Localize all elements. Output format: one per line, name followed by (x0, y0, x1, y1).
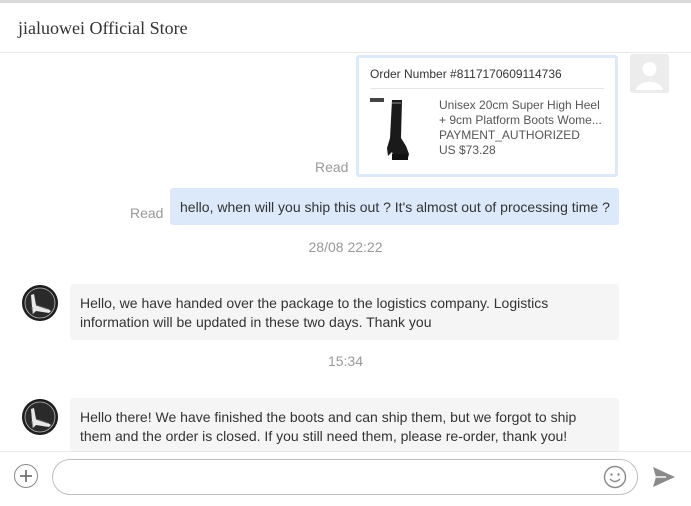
send-icon[interactable] (652, 466, 676, 488)
chat-header: jialuowei Official Store (0, 3, 691, 53)
incoming-message-line: Hello there! We have finished the boots … (80, 409, 577, 425)
timestamp: 15:34 (327, 353, 364, 369)
store-avatar-icon (22, 399, 58, 435)
message-list[interactable]: Order Number #8117170609114736 Unisex 20… (0, 53, 691, 451)
product-name: Unisex 20cm Super High Heel + 9cm Platfo… (439, 98, 609, 128)
outgoing-read-label: Read (130, 205, 164, 221)
message-input[interactable] (52, 459, 638, 495)
product-name-line1: Unisex 20cm Super High Heel (439, 98, 600, 112)
timestamp: 28/08 22:22 (308, 239, 383, 255)
incoming-message-line: Hello, we have handed over the package t… (80, 295, 549, 311)
emoji-icon[interactable] (603, 465, 627, 489)
order-number: Order Number #8117170609114736 (370, 67, 562, 81)
store-avatar-icon (22, 285, 58, 321)
store-title: jialuowei Official Store (18, 18, 188, 38)
order-read-label: Read (315, 159, 349, 175)
incoming-message-line: information will be updated in these two… (80, 314, 432, 330)
product-name-line2: + 9cm Platform Boots Wome... (439, 113, 602, 127)
incoming-message-line: them and the order is closed. If you sti… (80, 428, 568, 444)
user-avatar-icon (630, 54, 669, 93)
order-price: US $73.28 (439, 143, 496, 157)
composer-bar (0, 451, 691, 506)
order-card[interactable]: Order Number #8117170609114736 Unisex 20… (356, 55, 618, 177)
incoming-message: Hello, we have handed over the package t… (70, 284, 619, 340)
order-status: PAYMENT_AUTHORIZED (439, 128, 580, 142)
plus-icon[interactable] (14, 464, 38, 488)
boot-thumbnail[interactable] (370, 98, 409, 162)
outgoing-message: hello, when will you ship this out ? It'… (170, 188, 619, 225)
incoming-message: Hello there! We have finished the boots … (70, 398, 619, 451)
order-divider (370, 88, 604, 89)
